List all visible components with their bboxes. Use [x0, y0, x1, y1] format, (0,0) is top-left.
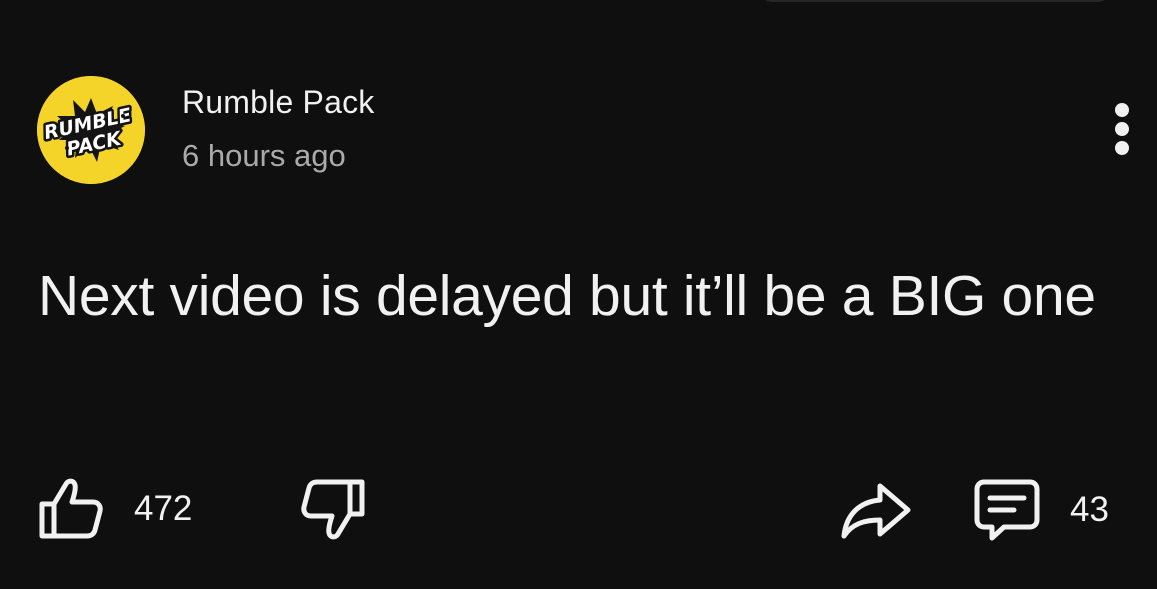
more-options-button[interactable] [1102, 98, 1142, 162]
comment-count: 43 [1070, 490, 1109, 529]
post-timestamp[interactable]: 6 hours ago [182, 138, 346, 174]
channel-avatar[interactable]: RUMBLE PACK [37, 76, 145, 184]
post-body-text: Next video is delayed but it’ll be a BIG… [38, 264, 1096, 328]
community-post: RUMBLE PACK Rumble Pack 6 hours ago Next… [0, 0, 1157, 589]
rumble-pack-logo: RUMBLE PACK [37, 76, 145, 184]
channel-name[interactable]: Rumble Pack [182, 84, 375, 121]
thumbs-down-icon [301, 479, 365, 540]
dislike-button[interactable] [298, 476, 370, 542]
like-count: 472 [134, 489, 193, 528]
more-vertical-icon [1115, 103, 1129, 155]
comment-icon [974, 479, 1040, 541]
like-button[interactable]: 472 [36, 476, 192, 542]
share-button[interactable] [838, 478, 914, 542]
share-arrow-icon [841, 483, 911, 539]
comments-button[interactable]: 43 [970, 476, 1109, 544]
thumbs-up-icon [39, 478, 103, 539]
